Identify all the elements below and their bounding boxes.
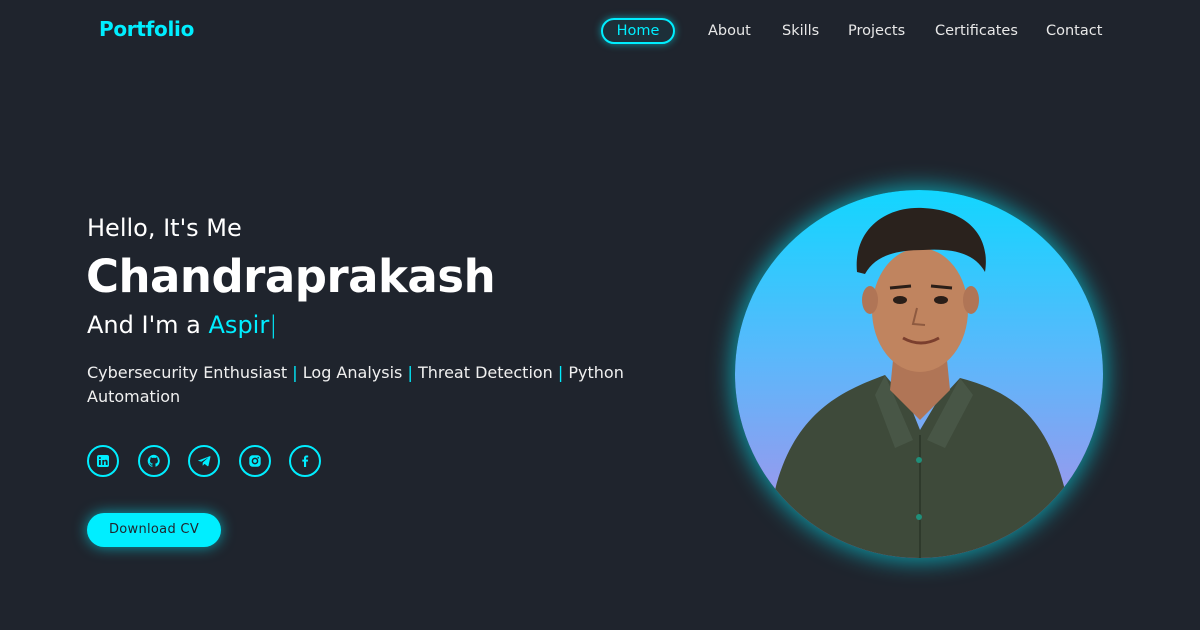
download-cv-button[interactable]: Download CV (87, 513, 221, 547)
nav-about[interactable]: About (708, 18, 751, 44)
telegram-link[interactable] (188, 445, 220, 477)
tagline-item: Cybersecurity Enthusiast (87, 363, 288, 382)
social-links (87, 445, 327, 477)
role-typed-text: Aspir (208, 311, 270, 339)
typing-cursor: | (269, 311, 278, 339)
nav-home[interactable]: Home (601, 18, 675, 44)
instagram-link[interactable] (239, 445, 271, 477)
tagline-separator: | (407, 363, 413, 382)
hero-greeting: Hello, It's Me (87, 214, 242, 242)
facebook-icon (302, 455, 309, 467)
tagline-separator: | (557, 363, 564, 382)
profile-photo (735, 190, 1103, 558)
hero-role: And I'm a Aspir| (87, 311, 277, 339)
linkedin-link[interactable] (87, 445, 119, 477)
tagline-item: Log Analysis (302, 363, 403, 382)
nav-projects[interactable]: Projects (848, 18, 905, 44)
nav-certificates[interactable]: Certificates (935, 18, 1018, 44)
site-header: Portfolio Home About Skills Projects Cer… (0, 0, 1200, 62)
instagram-icon (249, 455, 261, 467)
nav-contact[interactable]: Contact (1046, 18, 1102, 44)
facebook-link[interactable] (289, 445, 321, 477)
person-portrait-icon (765, 207, 1075, 558)
linkedin-icon (97, 455, 109, 467)
tagline-separator: | (292, 363, 298, 382)
main-nav: Home About Skills Projects Certificates … (0, 18, 1200, 44)
tagline-item: Threat Detection (417, 363, 553, 382)
github-icon (147, 454, 160, 467)
role-prefix: And I'm a (87, 311, 209, 339)
github-link[interactable] (138, 445, 170, 477)
telegram-icon (197, 456, 211, 467)
hero-tagline: Cybersecurity Enthusiast | Log Analysis … (87, 361, 627, 409)
hero-name: Chandraprakash (86, 250, 496, 303)
nav-skills[interactable]: Skills (782, 18, 819, 44)
